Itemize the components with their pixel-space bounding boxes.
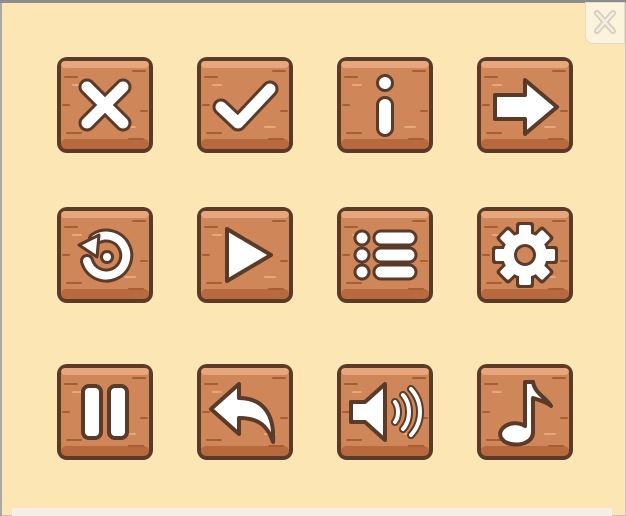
back-button[interactable] (195, 362, 295, 462)
menu-button[interactable] (335, 205, 435, 305)
close-icon (594, 10, 616, 34)
info-button[interactable] (335, 55, 435, 155)
list-icon (353, 229, 418, 281)
restart-button[interactable] (55, 205, 155, 305)
play-button[interactable] (195, 205, 295, 305)
bottom-strip (12, 508, 612, 516)
next-button[interactable] (475, 55, 575, 155)
music-button[interactable] (475, 362, 575, 462)
confirm-button[interactable] (195, 55, 295, 155)
pause-button[interactable] (55, 362, 155, 462)
dialog-close-button[interactable] (585, 2, 625, 44)
settings-button[interactable] (475, 205, 575, 305)
sound-button[interactable] (335, 362, 435, 462)
window-left-edge (0, 3, 2, 516)
info-icon (376, 74, 394, 137)
close-game-button[interactable] (55, 55, 155, 155)
window-top-edge (0, 0, 626, 3)
